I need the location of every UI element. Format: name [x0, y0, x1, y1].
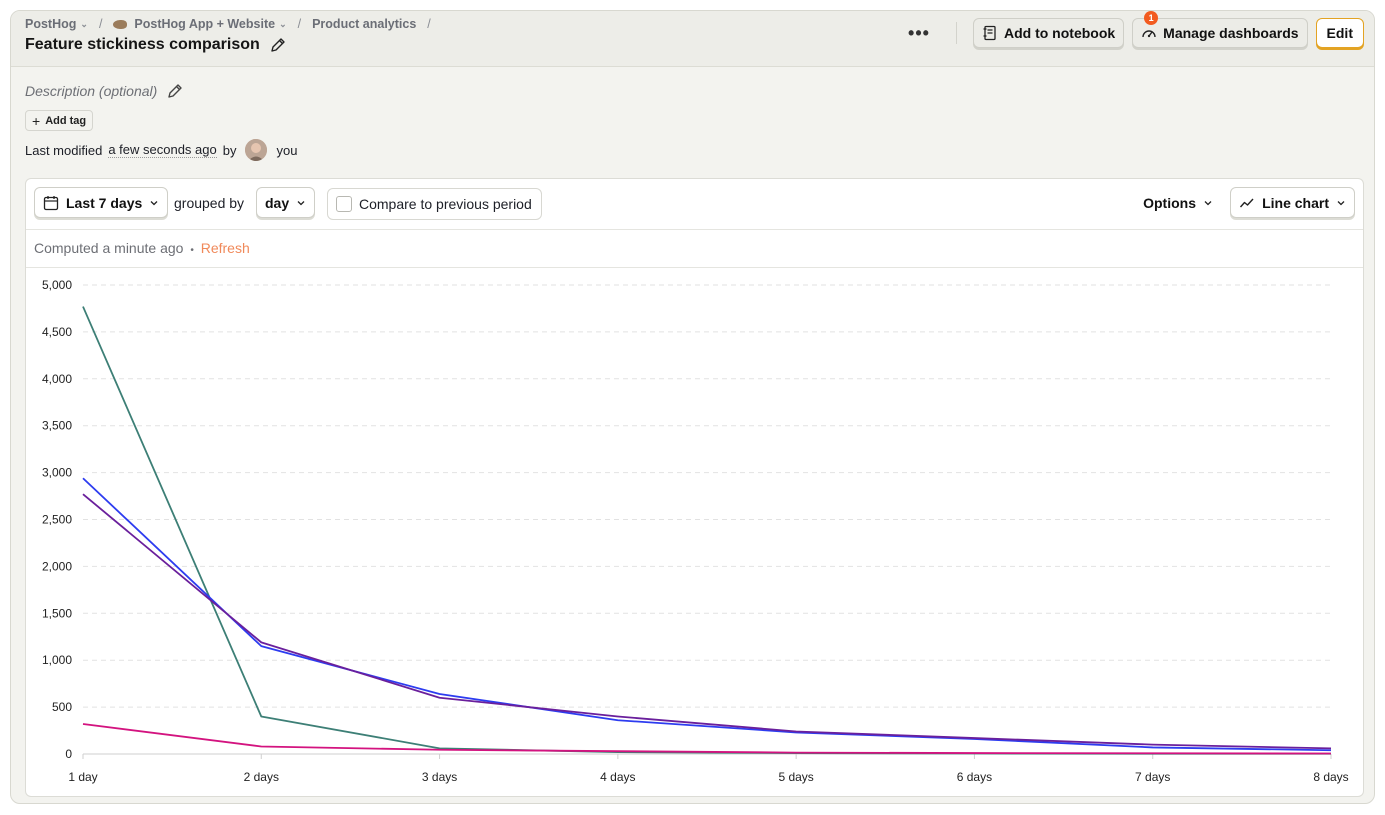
computed-status: Computed a minute ago • Refresh [34, 240, 250, 256]
insight-window: PostHog ⌄ / PostHog App + Website ⌄ / Pr… [10, 10, 1375, 804]
add-tag-button[interactable]: + Add tag [25, 110, 94, 131]
y-tick-label: 3,500 [42, 419, 72, 433]
add-to-notebook-button[interactable]: Add to notebook [972, 18, 1125, 48]
y-tick-label: 2,500 [42, 513, 72, 527]
chevron-down-icon: ⌄ [80, 18, 88, 29]
breadcrumb-project[interactable]: PostHog App + Website ⌄ [113, 17, 287, 31]
edit-button[interactable]: Edit [1315, 18, 1364, 48]
interval-select[interactable]: day [256, 187, 316, 218]
calendar-icon [43, 195, 59, 210]
insight-card: Last 7 days grouped by day Compare to pr… [25, 178, 1364, 797]
modified-time: a few seconds ago [108, 142, 217, 158]
chart-type-select[interactable]: Line chart [1230, 187, 1355, 218]
breadcrumb: PostHog ⌄ / PostHog App + Website ⌄ / Pr… [25, 17, 435, 31]
status-separator: • [190, 245, 194, 256]
compare-label: Compare to previous period [359, 196, 532, 212]
breadcrumb-label: Product analytics [312, 17, 417, 31]
chart-type-label: Line chart [1262, 194, 1329, 211]
plus-icon: + [32, 112, 41, 129]
dashboards-count-badge: 1 [1144, 11, 1159, 25]
chevron-down-icon [1337, 200, 1345, 205]
avatar [245, 139, 268, 161]
pencil-icon[interactable] [270, 37, 286, 53]
pencil-icon[interactable] [167, 83, 183, 99]
computed-text: Computed a minute ago [34, 240, 184, 256]
x-tick-label: 7 days [1135, 770, 1170, 784]
chevron-down-icon [1204, 200, 1212, 205]
x-tick-label: 3 days [422, 770, 457, 784]
breadcrumb-org[interactable]: PostHog ⌄ [25, 17, 88, 31]
x-tick-label: 5 days [778, 770, 813, 784]
header-actions: ••• Add to notebook 1 Manage dashboards … [904, 11, 1364, 48]
insight-toolbar: Last 7 days grouped by day Compare to pr… [26, 179, 1363, 230]
chevron-down-icon [297, 200, 305, 205]
grouped-by-text: grouped by [174, 194, 245, 211]
y-tick-label: 1,000 [42, 653, 72, 667]
compare-toggle[interactable]: Compare to previous period [327, 188, 542, 220]
last-modified: Last modified a few seconds ago by you [25, 139, 297, 161]
y-tick-label: 4,500 [42, 325, 72, 339]
modified-user: you [276, 142, 298, 158]
hedgehog-icon [113, 19, 128, 29]
series-line-1 [82, 306, 1331, 755]
date-range-label: Last 7 days [66, 194, 143, 211]
date-range-button[interactable]: Last 7 days [34, 187, 169, 218]
y-tick-label: 5,000 [42, 278, 72, 292]
manage-dashboards-label: Manage dashboards [1163, 25, 1299, 41]
description-field[interactable]: Description (optional) [25, 83, 183, 99]
options-button[interactable]: Options [1143, 187, 1213, 218]
chevron-down-icon [150, 200, 158, 205]
refresh-link[interactable]: Refresh [201, 240, 250, 256]
interval-label: day [265, 194, 290, 211]
y-tick-label: 4,000 [42, 372, 72, 386]
y-tick-label: 500 [52, 700, 72, 714]
series-line-4 [82, 723, 1332, 755]
description-placeholder: Description (optional) [25, 83, 158, 99]
x-tick-label: 1 day [68, 770, 97, 784]
manage-dashboards-button[interactable]: 1 Manage dashboards [1132, 11, 1308, 48]
breadcrumb-separator: / [427, 17, 431, 31]
y-tick-label: 1,500 [42, 606, 72, 620]
gauge-icon [1142, 30, 1156, 38]
y-tick-label: 3,000 [42, 466, 72, 480]
breadcrumb-separator: / [98, 17, 103, 31]
top-bar: PostHog ⌄ / PostHog App + Website ⌄ / Pr… [11, 11, 1374, 67]
options-label: Options [1143, 194, 1196, 211]
add-tag-label: Add tag [45, 114, 87, 127]
x-tick-label: 4 days [600, 770, 635, 784]
x-tick-label: 8 days [1313, 770, 1348, 784]
line-chart: 0 500 1,000 1,500 2,000 2,500 3,000 3,500 4,000 4… [42, 278, 1349, 784]
compare-checkbox[interactable] [336, 196, 352, 212]
divider [955, 22, 957, 44]
page-title[interactable]: Feature stickiness comparison [25, 36, 286, 54]
modified-prefix: Last modified [25, 142, 103, 158]
breadcrumb-section[interactable]: Product analytics [312, 17, 416, 31]
series-line-3 [82, 493, 1332, 750]
grouped-by-label: grouped by [174, 187, 244, 218]
chevron-down-icon: ⌄ [279, 18, 287, 29]
line-chart-icon [1240, 198, 1254, 207]
y-tick-label: 0 [65, 747, 72, 761]
breadcrumb-label: PostHog App + Website [134, 17, 276, 31]
breadcrumb-label: PostHog [25, 17, 77, 31]
breadcrumb-separator: / [297, 17, 302, 31]
user-avatar-icon [245, 139, 268, 161]
page-title-text: Feature stickiness comparison [25, 36, 260, 53]
y-tick-label: 2,000 [42, 559, 72, 573]
add-to-notebook-label: Add to notebook [1003, 25, 1116, 41]
x-tick-label: 2 days [244, 770, 279, 784]
edit-label: Edit [1326, 25, 1353, 41]
modified-by: by [222, 142, 237, 158]
more-button[interactable]: ••• [904, 18, 934, 48]
x-tick-label: 6 days [957, 770, 992, 784]
notebook-icon [983, 25, 996, 41]
